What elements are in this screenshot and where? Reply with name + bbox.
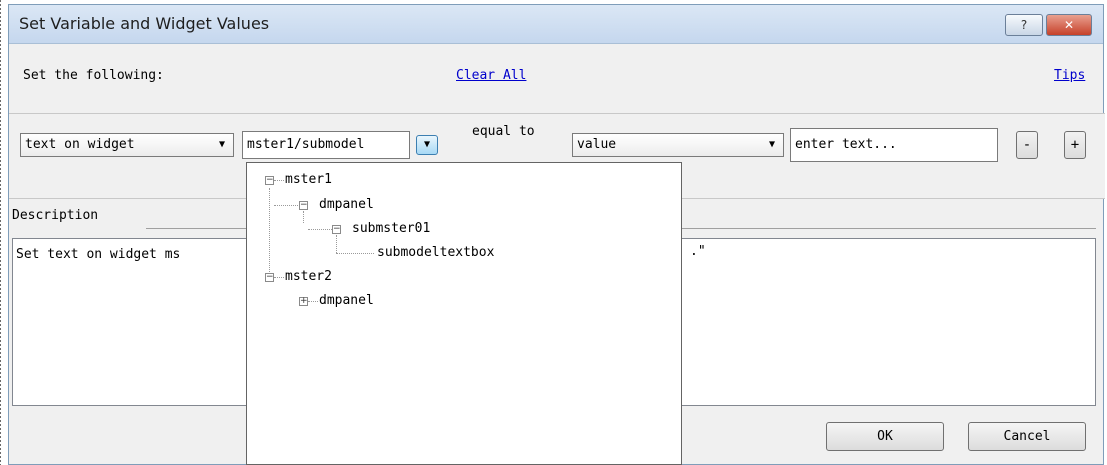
- collapse-icon[interactable]: −: [265, 176, 274, 185]
- target-type-value: text on widget: [25, 137, 135, 152]
- chevron-down-icon: ▼: [423, 139, 431, 150]
- tree-node-submster01[interactable]: submster01: [352, 221, 430, 236]
- chevron-down-icon: ▼: [218, 139, 225, 150]
- value-type-value: value: [577, 137, 617, 152]
- close-icon: ✕: [1063, 18, 1075, 32]
- tree-connector: [269, 188, 270, 280]
- path-dropdown-button[interactable]: ▼: [416, 135, 438, 155]
- target-path-value: mster1/submodel: [247, 137, 365, 152]
- cancel-button[interactable]: Cancel: [968, 422, 1086, 451]
- title-bar: Set Variable and Widget Values ? ✕: [9, 5, 1103, 44]
- collapse-icon[interactable]: −: [332, 225, 341, 234]
- value-type-select[interactable]: value ▼: [572, 133, 784, 157]
- target-type-select[interactable]: text on widget ▼: [20, 133, 234, 157]
- tree-connector: [274, 180, 284, 181]
- operator-label: equal to: [472, 124, 535, 139]
- tree-connector: [308, 301, 318, 302]
- minus-icon: -: [1022, 137, 1032, 153]
- tips-link[interactable]: Tips: [1054, 68, 1085, 83]
- tree-node-mster2[interactable]: mster2: [285, 269, 332, 284]
- tree-node-submodeltextbox[interactable]: submodeltextbox: [377, 245, 494, 260]
- remove-row-button[interactable]: -: [1016, 131, 1038, 159]
- close-button[interactable]: ✕: [1046, 14, 1092, 36]
- dialog-title: Set Variable and Widget Values: [19, 14, 270, 33]
- tree-node-dmpanel-2[interactable]: dmpanel: [319, 293, 374, 308]
- tree-node-mster1[interactable]: mster1: [285, 172, 332, 187]
- tree-connector: [303, 211, 304, 223]
- tree-connector: [274, 205, 298, 206]
- tree-connector: [336, 253, 374, 254]
- target-path-input[interactable]: mster1/submodel: [242, 131, 410, 159]
- value-placeholder: enter text...: [795, 137, 897, 152]
- value-text-input[interactable]: enter text...: [790, 128, 998, 162]
- set-following-label: Set the following:: [23, 68, 164, 83]
- chevron-down-icon: ▼: [768, 139, 775, 150]
- description-tail: .": [690, 244, 706, 259]
- tree-connector: [308, 229, 332, 230]
- description-tab[interactable]: Description: [12, 208, 98, 223]
- question-icon: ?: [1020, 18, 1028, 32]
- ok-label: OK: [877, 429, 893, 444]
- tree-connector: [274, 277, 284, 278]
- collapse-icon[interactable]: −: [299, 201, 308, 210]
- tree-connector: [336, 235, 337, 253]
- tree-node-dmpanel[interactable]: dmpanel: [319, 197, 374, 212]
- expand-icon[interactable]: +: [299, 297, 308, 306]
- ok-button[interactable]: OK: [826, 422, 944, 451]
- help-button[interactable]: ?: [1005, 14, 1043, 36]
- cancel-label: Cancel: [1003, 429, 1051, 444]
- widget-tree-dropdown: − mster1 − dmpanel − submster01 submodel…: [246, 162, 682, 465]
- collapse-icon[interactable]: −: [265, 273, 274, 282]
- plus-icon: +: [1070, 137, 1080, 153]
- description-text: Set text on widget ms: [16, 247, 181, 262]
- dotted-guide: [0, 0, 2, 465]
- clear-all-link[interactable]: Clear All: [456, 68, 526, 83]
- add-row-button[interactable]: +: [1064, 131, 1086, 159]
